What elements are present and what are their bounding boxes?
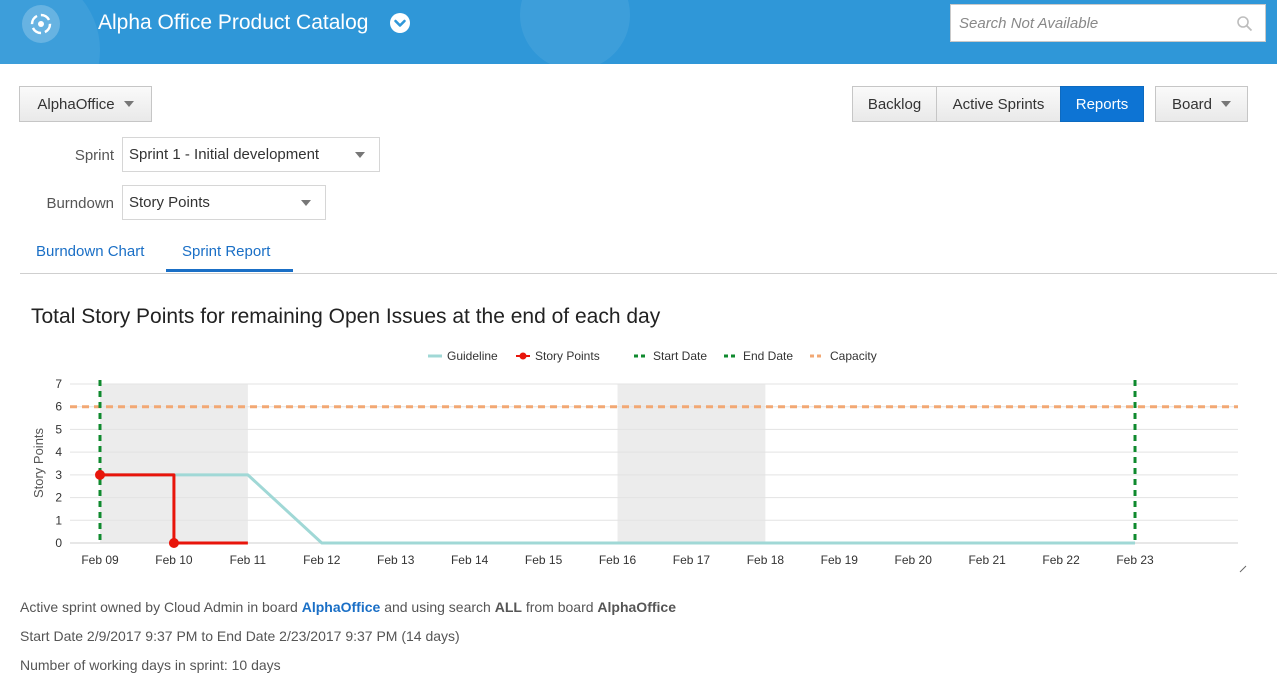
sprint-label: Sprint bbox=[74, 147, 114, 164]
burndown-label: Burndown bbox=[46, 195, 114, 212]
legend-story-points-marker bbox=[519, 352, 527, 360]
sprint-select[interactable]: Sprint 1 - Initial development bbox=[122, 137, 380, 172]
tab-burndown-chart[interactable]: Burndown Chart bbox=[36, 243, 144, 260]
story-points-point bbox=[168, 538, 179, 548]
x-tick-label: Feb 12 bbox=[303, 553, 341, 567]
y-tick-label: 6 bbox=[55, 400, 62, 414]
caret-down-icon bbox=[1221, 101, 1232, 107]
backlog-button[interactable]: Backlog bbox=[852, 86, 937, 122]
y-tick-label: 3 bbox=[55, 468, 62, 482]
x-tick-label: Feb 16 bbox=[599, 553, 637, 567]
y-axis-label: Story Points bbox=[31, 427, 46, 498]
legend-start-date-label: Start Date bbox=[653, 349, 707, 363]
caret-down-icon bbox=[301, 200, 311, 206]
story-points-point bbox=[95, 469, 105, 480]
x-tick-label: Feb 17 bbox=[673, 553, 711, 567]
reports-button[interactable]: Reports bbox=[1060, 86, 1144, 122]
y-tick-label: 1 bbox=[55, 513, 62, 527]
backlog-button-label: Backlog bbox=[867, 95, 922, 113]
sprint-dates: Start Date 2/9/2017 9:37 PM to End Date … bbox=[20, 628, 460, 644]
reports-button-label: Reports bbox=[1075, 95, 1129, 113]
legend-story-points-label: Story Points bbox=[535, 349, 600, 363]
x-tick-label: Feb 20 bbox=[895, 553, 933, 567]
chart-title: Total Story Points for remaining Open Is… bbox=[31, 305, 661, 328]
project-dropdown[interactable]: AlphaOffice bbox=[19, 86, 152, 122]
y-tick-label: 5 bbox=[55, 422, 62, 436]
y-tick-label: 4 bbox=[55, 445, 62, 459]
sprint-info-line: Active sprint owned by Cloud Admin in bo… bbox=[20, 599, 676, 615]
x-tick-label: Feb 23 bbox=[1116, 553, 1154, 567]
burndown-select[interactable]: Story Points bbox=[122, 185, 326, 220]
active-tab-indicator bbox=[166, 269, 293, 272]
header-decoration bbox=[520, 0, 630, 64]
chart-legend: Guideline Story Points Start Date End Da… bbox=[428, 349, 877, 363]
board-dropdown-label: Board bbox=[1171, 95, 1213, 113]
caret-down-icon bbox=[123, 101, 134, 107]
project-dropdown-label: AlphaOffice bbox=[37, 95, 115, 113]
sprint-select-value: Sprint 1 - Initial development bbox=[129, 146, 320, 163]
active-sprints-button[interactable]: Active Sprints bbox=[936, 86, 1061, 122]
y-tick-label: 0 bbox=[55, 536, 62, 550]
search-icon[interactable] bbox=[1236, 15, 1253, 37]
board-link[interactable]: AlphaOffice bbox=[302, 599, 381, 615]
burndown-chart: Guideline Story Points Start Date End Da… bbox=[31, 349, 1247, 573]
search-name: ALL bbox=[494, 599, 522, 615]
active-sprints-button-label: Active Sprints bbox=[952, 95, 1045, 113]
x-tick-label: Feb 10 bbox=[155, 553, 193, 567]
x-tick-label: Feb 15 bbox=[525, 553, 563, 567]
board-dropdown[interactable]: Board bbox=[1155, 86, 1248, 122]
app-logo-icon[interactable] bbox=[22, 5, 60, 43]
tab-sprint-report[interactable]: Sprint Report bbox=[182, 243, 270, 260]
working-days: Number of working days in sprint: 10 day… bbox=[20, 657, 281, 673]
info-text: and using search bbox=[384, 599, 491, 615]
x-tick-label: Feb 11 bbox=[230, 553, 267, 567]
x-tick-label: Feb 13 bbox=[377, 553, 415, 567]
tabs-divider bbox=[20, 273, 1277, 274]
resize-handle-icon[interactable] bbox=[1239, 565, 1247, 573]
top-bar: Alpha Office Product Catalog bbox=[0, 0, 1277, 64]
source-board-name: AlphaOffice bbox=[597, 599, 676, 615]
app-title[interactable]: Alpha Office Product Catalog bbox=[98, 11, 368, 35]
x-tick-label: Feb 19 bbox=[821, 553, 859, 567]
search-box[interactable] bbox=[950, 4, 1266, 42]
chevron-down-icon[interactable] bbox=[390, 13, 410, 33]
caret-down-icon bbox=[355, 152, 365, 158]
info-text: Active sprint owned by Cloud Admin in bo… bbox=[20, 599, 298, 615]
burndown-select-value: Story Points bbox=[129, 194, 210, 211]
info-text: from board bbox=[525, 599, 594, 615]
x-tick-label: Feb 18 bbox=[747, 553, 785, 567]
x-tick-label: Feb 21 bbox=[968, 553, 1006, 567]
legend-capacity-label: Capacity bbox=[830, 349, 877, 363]
legend-end-date-label: End Date bbox=[743, 349, 793, 363]
y-tick-label: 7 bbox=[55, 377, 62, 391]
search-input[interactable] bbox=[951, 5, 1221, 41]
y-tick-label: 2 bbox=[55, 491, 62, 505]
x-tick-label: Feb 22 bbox=[1042, 553, 1080, 567]
x-tick-label: Feb 14 bbox=[451, 553, 489, 567]
legend-guideline-label: Guideline bbox=[447, 349, 498, 363]
x-tick-label: Feb 09 bbox=[81, 553, 119, 567]
